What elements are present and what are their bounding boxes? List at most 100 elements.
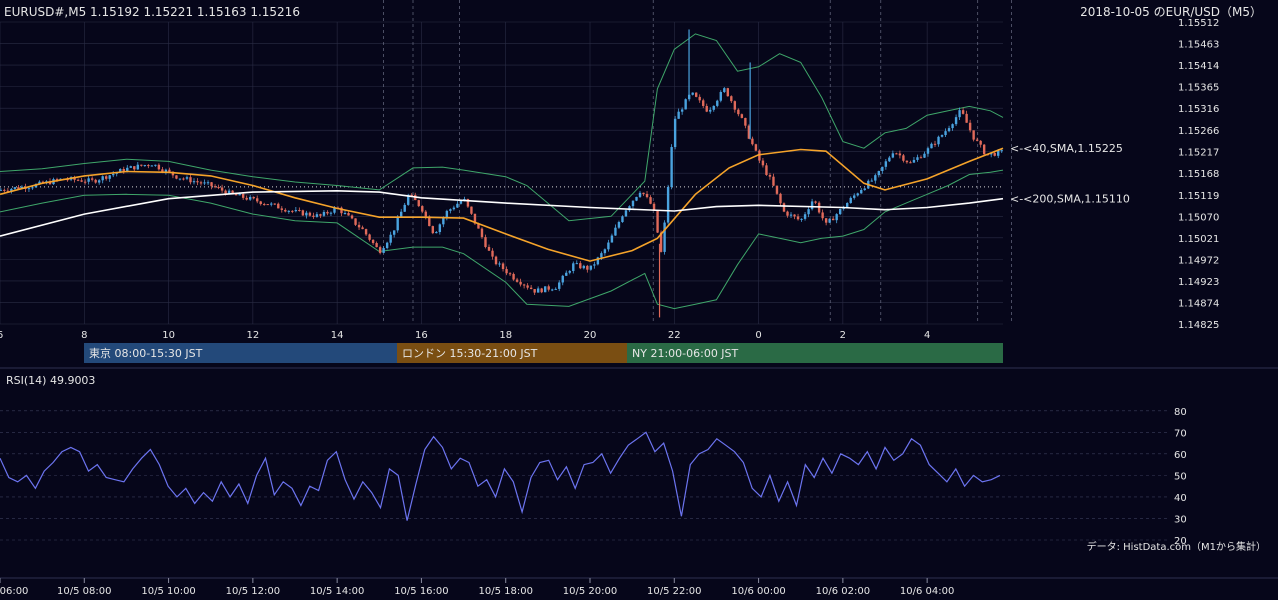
candle-up xyxy=(923,153,926,158)
time-tick-label: 10/6 00:00 xyxy=(731,586,785,597)
candle-down xyxy=(702,100,705,106)
candle-down xyxy=(217,187,220,189)
sma200-line xyxy=(0,189,1004,237)
candle-down xyxy=(175,175,178,179)
candle-up xyxy=(150,165,154,167)
candle-down xyxy=(501,263,505,270)
candle-down xyxy=(347,213,350,216)
hour-tick-label: 0 xyxy=(755,330,761,341)
candle-up xyxy=(856,193,859,196)
candle-up xyxy=(185,177,189,179)
data-credit: データ: HistData.com（M1から集計） xyxy=(1087,540,1266,553)
price-tick-label: 1.15414 xyxy=(1178,61,1219,72)
candle-down xyxy=(291,210,294,212)
candle-up xyxy=(13,187,17,189)
candle-down xyxy=(298,210,301,212)
candle-down xyxy=(793,214,796,217)
candle-up xyxy=(575,263,578,265)
time-tick-label: 10/5 14:00 xyxy=(310,586,364,597)
candle-down xyxy=(905,160,909,163)
candle-up xyxy=(178,178,182,180)
candle-up xyxy=(828,218,831,223)
candle-up xyxy=(112,173,115,176)
candle-down xyxy=(80,180,83,182)
candle-down xyxy=(909,162,912,164)
candle-up xyxy=(456,203,459,208)
candle-up xyxy=(396,217,399,231)
candle-down xyxy=(480,228,484,238)
candle-down xyxy=(210,182,213,187)
candle-up xyxy=(863,188,866,190)
candle-down xyxy=(491,250,494,257)
time-tick-label: 10/5 12:00 xyxy=(226,586,280,597)
rsi-tick-label: 40 xyxy=(1174,493,1187,504)
candle-up xyxy=(154,164,157,166)
candle-down xyxy=(972,130,975,140)
price-tick-label: 1.15021 xyxy=(1178,234,1219,245)
candle-up xyxy=(498,263,501,265)
candle-down xyxy=(540,288,543,293)
candle-up xyxy=(101,176,104,181)
candle-up xyxy=(108,175,111,179)
candle-up xyxy=(27,188,31,190)
candle-down xyxy=(975,139,979,141)
candle-up xyxy=(382,248,385,253)
candle-down xyxy=(375,243,378,248)
price-tick-label: 1.15365 xyxy=(1178,83,1219,94)
rsi-tick-label: 60 xyxy=(1174,450,1187,461)
candle-down xyxy=(515,279,519,282)
session-london-label: ロンドン 15:30-21:00 JST xyxy=(402,347,538,360)
candle-down xyxy=(252,196,255,199)
price-tick-label: 1.15512 xyxy=(1178,18,1219,29)
candle-down xyxy=(961,110,965,114)
candle-down xyxy=(768,174,772,177)
rsi-label: RSI(14) 49.9003 xyxy=(6,374,95,387)
candle-up xyxy=(712,105,715,110)
candle-down xyxy=(982,144,986,155)
candle-down xyxy=(656,210,659,233)
candle-up xyxy=(442,217,445,225)
candle-up xyxy=(600,253,603,258)
candle-down xyxy=(733,101,737,110)
candle-down xyxy=(256,198,259,202)
candle-up xyxy=(568,271,571,273)
candle-down xyxy=(979,140,982,145)
candle-down xyxy=(933,143,937,145)
candle-up xyxy=(877,171,881,176)
candle-up xyxy=(248,196,252,200)
candle-up xyxy=(315,214,319,217)
candle-down xyxy=(105,176,108,179)
hour-tick-label: 12 xyxy=(246,330,259,341)
rsi-line xyxy=(0,431,1001,521)
candle-up xyxy=(916,157,919,160)
price-tick-label: 1.15316 xyxy=(1178,104,1219,115)
candle-down xyxy=(241,193,245,198)
price-tick-label: 1.14874 xyxy=(1178,298,1219,309)
candle-up xyxy=(789,214,793,216)
candle-up xyxy=(870,180,873,182)
candle-down xyxy=(737,109,740,115)
candle-up xyxy=(954,117,958,125)
candle-down xyxy=(705,105,708,112)
candle-up xyxy=(670,147,673,187)
candle-up xyxy=(888,157,891,162)
candle-down xyxy=(547,286,550,290)
candle-down xyxy=(505,269,508,274)
hour-tick-label: 10 xyxy=(162,330,175,341)
candle-up xyxy=(452,207,456,210)
candle-down xyxy=(161,169,164,172)
price-axis: 1.15512 1.15463 1.15414 1.15365 1.15316 1.152… xyxy=(1178,18,1219,331)
candle-down xyxy=(182,178,185,180)
candle-up xyxy=(1000,150,1003,152)
candle-up xyxy=(589,265,593,270)
candle-down xyxy=(350,215,354,219)
candle-up xyxy=(947,128,951,132)
candle-up xyxy=(206,182,210,184)
candle-up xyxy=(385,242,389,249)
candle-down xyxy=(649,197,652,204)
time-tick-label: 06:00 xyxy=(0,586,28,597)
candle-down xyxy=(431,226,435,234)
candle-down xyxy=(814,201,817,203)
candle-up xyxy=(624,210,628,217)
candle-up xyxy=(449,209,452,211)
